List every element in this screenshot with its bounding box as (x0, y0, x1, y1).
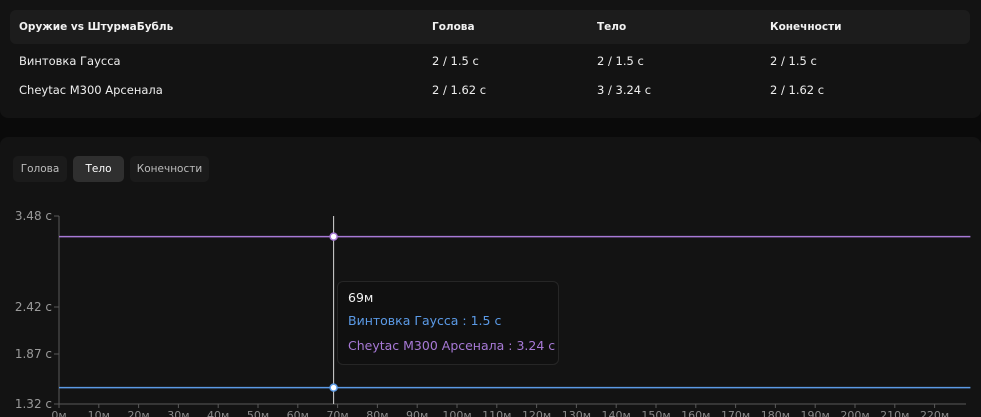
x-tick-label: 20м (127, 409, 149, 417)
chart-tooltip: 69м Винтовка Гаусса : 1.5 с Cheytac M300… (337, 281, 559, 365)
x-tick-label: 110м (482, 409, 511, 417)
x-tick-label: 200м (840, 409, 869, 417)
x-tick-label: 30м (167, 409, 189, 417)
x-tick-label: 140м (602, 409, 631, 417)
y-tick-label: 2.42 с (15, 300, 52, 314)
x-tick-label: 50м (247, 409, 269, 417)
cell-limbs: 2 / 1.62 с (770, 83, 825, 97)
cell-weapon: Винтовка Гаусса (19, 54, 121, 68)
table-header: Оружие vs ШтурмаБубль Голова Тело Конечн… (10, 10, 970, 44)
x-tick-label: 0м (51, 409, 66, 417)
x-tick-label: 180м (761, 409, 790, 417)
cell-limbs: 2 / 1.5 с (770, 54, 817, 68)
cell-body: 3 / 3.24 с (597, 83, 652, 97)
table-row: Cheytac M300 Арсенала 2 / 1.62 с 3 / 3.2… (10, 76, 970, 105)
tooltip-distance: 69м (348, 290, 374, 305)
x-tick-label: 60м (287, 409, 309, 417)
x-tick-label: 90м (406, 409, 428, 417)
x-tick-label: 80м (366, 409, 388, 417)
tooltip-cheytac-value: Cheytac M300 Арсенала : 3.24 с (348, 338, 556, 353)
x-tick-label: 120м (522, 409, 551, 417)
cell-weapon: Cheytac M300 Арсенала (19, 83, 163, 97)
header-head: Голова (432, 21, 475, 33)
chart-card: Голова Тело Конечности 1.32 с 1.87 с 2.42 … (0, 137, 981, 417)
x-tick-label: 220м (920, 409, 949, 417)
cell-head: 2 / 1.62 с (432, 83, 487, 97)
x-tick-label: 190м (801, 409, 830, 417)
table-row: Винтовка Гаусса 2 / 1.5 с 2 / 1.5 с 2 / … (10, 47, 970, 76)
header-weapon: Оружие vs ШтурмаБубль (19, 21, 174, 33)
cell-head: 2 / 1.5 с (432, 54, 479, 68)
x-tick-label: 130м (562, 409, 591, 417)
x-tick-label: 70м (326, 409, 348, 417)
y-tick-label: 3.48 с (15, 209, 52, 223)
x-tick-label: 150м (641, 409, 670, 417)
y-tick-label: 1.87 с (15, 347, 52, 361)
comparison-table: Оружие vs ШтурмаБубль Голова Тело Конечн… (0, 0, 981, 118)
x-tick-label: 160м (681, 409, 710, 417)
ttk-chart[interactable]: 1.32 с 1.87 с 2.42 с 3.48 с 0м 10м 20м 30м 40м 50… (0, 137, 981, 417)
hover-point-cheytac (329, 232, 338, 241)
cell-body: 2 / 1.5 с (597, 54, 644, 68)
y-tick-label: 1.32 с (15, 397, 52, 411)
header-limbs: Конечности (770, 21, 842, 33)
x-tick-label: 40м (207, 409, 229, 417)
x-tick-label: 100м (442, 409, 471, 417)
header-body: Тело (597, 21, 627, 33)
x-tick-label: 10м (88, 409, 110, 417)
tooltip-gauss-value: Винтовка Гаусса : 1.5 с (348, 313, 502, 328)
hover-point-gauss (329, 383, 338, 392)
x-tick-label: 170м (721, 409, 750, 417)
x-tick-label: 210м (880, 409, 909, 417)
